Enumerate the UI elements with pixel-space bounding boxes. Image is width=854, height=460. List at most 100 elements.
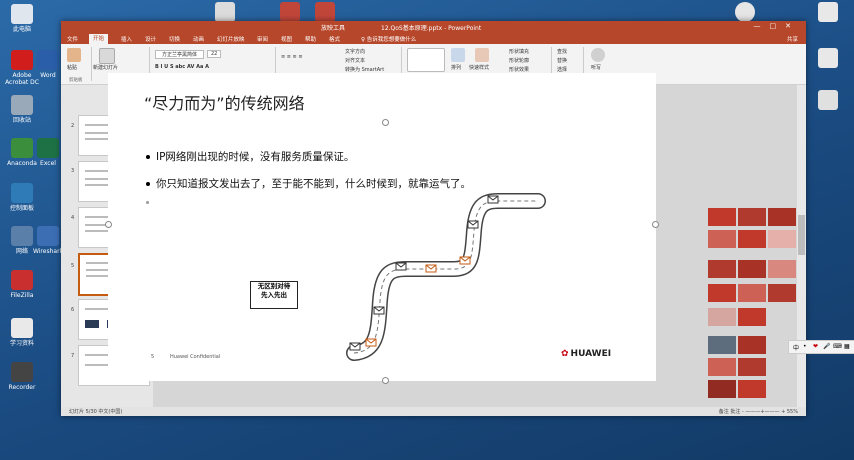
- share-button[interactable]: 共享: [787, 35, 798, 43]
- dictate-icon[interactable]: [591, 48, 605, 62]
- select-button[interactable]: 选择: [557, 66, 567, 73]
- tile[interactable]: [708, 284, 736, 302]
- font-size-select[interactable]: 22: [207, 50, 222, 58]
- smartart-button[interactable]: 转换为 SmartArt: [345, 66, 384, 73]
- selection-handle[interactable]: [382, 119, 389, 126]
- app-icon[interactable]: [818, 90, 838, 110]
- bullet-dot: [146, 155, 150, 159]
- envelope-icon: [459, 256, 471, 265]
- tile[interactable]: [738, 208, 766, 226]
- tab-home[interactable]: 开始: [89, 34, 109, 44]
- bullet-dot: [146, 182, 150, 186]
- desktop-icon[interactable]: FileZilla: [2, 270, 42, 299]
- paragraph-format-row[interactable]: ≡ ≡ ≡ ≡: [281, 54, 303, 60]
- tab-slideshow[interactable]: 幻灯片放映: [217, 35, 245, 43]
- thumbnail-number: 4: [71, 215, 75, 221]
- status-slide-info: 幻灯片 5/30 中文(中国): [69, 409, 123, 415]
- status-zoom[interactable]: 备注 批注 - ———+——— + 55%: [719, 408, 798, 415]
- ime-punctuation[interactable]: •: [803, 343, 807, 350]
- app-icon[interactable]: [818, 48, 838, 68]
- arrange-button[interactable]: 排列: [451, 64, 461, 71]
- desktop-icon[interactable]: 学习资料: [2, 318, 42, 347]
- ribbon-tabs: 文件 开始 插入 设计 切换 动画 幻灯片放映 审阅 视图 帮助 格式 ♀ 告诉…: [61, 33, 806, 44]
- tile[interactable]: [738, 260, 766, 278]
- tile[interactable]: [708, 308, 736, 326]
- ime-toolbar[interactable]: 中 • ❤ 🎤 ⌨ ▦: [788, 340, 854, 354]
- thumbnail-number: 2: [71, 123, 75, 129]
- app-icon[interactable]: [735, 2, 755, 22]
- desktop-icon[interactable]: 回收站: [2, 95, 42, 124]
- window-title: 12.QoS基本原理.pptx - PowerPoint: [381, 25, 482, 32]
- tile[interactable]: [708, 336, 736, 354]
- tile[interactable]: [708, 260, 736, 278]
- tile[interactable]: [738, 358, 766, 376]
- envelope-icon: [373, 306, 385, 315]
- tile[interactable]: [768, 230, 796, 248]
- tab-format[interactable]: 格式: [329, 35, 340, 43]
- tab-insert[interactable]: 插入: [121, 35, 132, 43]
- tile[interactable]: [768, 208, 796, 226]
- shapes-gallery[interactable]: [407, 48, 445, 72]
- tile[interactable]: [708, 208, 736, 226]
- text-direction-button[interactable]: 文字方向: [345, 48, 365, 55]
- desktop-icon[interactable]: 控制面板: [2, 183, 42, 212]
- tile[interactable]: [768, 260, 796, 278]
- new-slide-button[interactable]: 新建幻灯片: [93, 64, 118, 71]
- window-controls[interactable]: —□✕: [754, 22, 800, 30]
- desktop-icon[interactable]: 此电脑: [2, 4, 42, 33]
- tile[interactable]: [738, 284, 766, 302]
- footer-text: Huawei Confidential: [170, 354, 221, 360]
- tile[interactable]: [708, 358, 736, 376]
- slide-title[interactable]: “尽力而为”的传统网络: [144, 90, 305, 114]
- replace-button[interactable]: 替换: [557, 57, 567, 64]
- app-icon[interactable]: [215, 2, 235, 22]
- ime-menu-icon[interactable]: ▦: [844, 343, 850, 350]
- tab-help[interactable]: 帮助: [305, 35, 316, 43]
- tile[interactable]: [738, 336, 766, 354]
- quick-styles-button[interactable]: 快速样式: [469, 64, 489, 71]
- tile[interactable]: [738, 308, 766, 326]
- slide[interactable]: “尽力而为”的传统网络 IP网络刚出现的时候，没有服务质量保证。 你只知道报文发…: [105, 73, 659, 384]
- shape-outline-button[interactable]: 形状轮廓: [509, 57, 529, 64]
- bullet-item[interactable]: IP网络刚出现的时候，没有服务质量保证。: [146, 149, 354, 164]
- selection-handle[interactable]: [382, 377, 389, 384]
- shape-fill-button[interactable]: 形状填充: [509, 48, 529, 55]
- app-icon[interactable]: [818, 2, 838, 22]
- tab-view[interactable]: 视图: [281, 35, 292, 43]
- ime-keyboard-icon[interactable]: ⌨: [833, 343, 842, 350]
- desktop-icon[interactable]: Recorder: [2, 362, 42, 391]
- tile[interactable]: [708, 380, 736, 398]
- tile[interactable]: [738, 230, 766, 248]
- tab-animations[interactable]: 动画: [193, 35, 204, 43]
- shape-effects-button[interactable]: 形状效果: [509, 66, 529, 73]
- paste-icon[interactable]: [67, 48, 81, 62]
- tab-file[interactable]: 文件: [67, 35, 78, 43]
- callout-box[interactable]: 无区别对待 先入先出: [250, 281, 298, 309]
- ime-voice-icon[interactable]: 🎤: [823, 343, 830, 350]
- background-window-tiles: [706, 208, 806, 403]
- bullet-item[interactable]: 你只知道报文发出去了，至于能不能到，什么时候到，就靠运气了。: [146, 176, 471, 191]
- selection-handle[interactable]: [652, 221, 659, 228]
- selection-handle[interactable]: [105, 221, 112, 228]
- tile[interactable]: [768, 284, 796, 302]
- tell-me-search[interactable]: ♀ 告诉我您想要做什么: [361, 35, 416, 43]
- tab-transitions[interactable]: 切换: [169, 35, 180, 43]
- font-name-select[interactable]: 方正兰亭黑简体: [155, 50, 205, 59]
- quick-styles-icon[interactable]: [475, 48, 489, 62]
- thumbnail-number: 5: [71, 263, 75, 269]
- tab-design[interactable]: 设计: [145, 35, 156, 43]
- app-icon[interactable]: [280, 2, 300, 22]
- paste-button[interactable]: 粘贴: [67, 64, 77, 71]
- tab-review[interactable]: 审阅: [257, 35, 268, 43]
- find-button[interactable]: 查找: [557, 48, 567, 55]
- ime-skin-icon[interactable]: ❤: [813, 343, 818, 350]
- align-text-button[interactable]: 对齐文本: [345, 57, 365, 64]
- tile[interactable]: [738, 380, 766, 398]
- tile[interactable]: [708, 230, 736, 248]
- new-slide-icon[interactable]: [99, 48, 115, 64]
- ime-language[interactable]: 中: [793, 343, 799, 352]
- app-icon[interactable]: [315, 2, 335, 22]
- font-format-row[interactable]: B I U S abc AV Aa A: [155, 64, 209, 70]
- dictate-button[interactable]: 听写: [591, 64, 601, 71]
- arrange-icon[interactable]: [451, 48, 465, 62]
